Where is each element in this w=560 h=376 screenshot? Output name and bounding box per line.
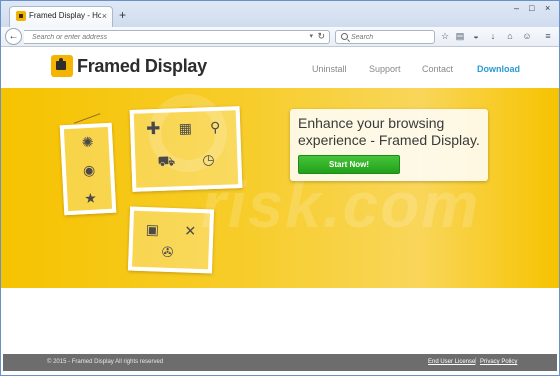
tab-strip: Framed Display - Home Pa... × + – □ ×: [1, 1, 559, 27]
browser-window: Framed Display - Home Pa... × + – □ × ← …: [0, 0, 560, 376]
nav-uninstall-link[interactable]: Uninstall: [312, 64, 347, 74]
minimize-icon[interactable]: –: [514, 3, 519, 13]
search-icon: [341, 33, 348, 40]
home-icon[interactable]: ⌂: [505, 31, 515, 41]
browser-tab[interactable]: Framed Display - Home Pa... ×: [9, 6, 113, 27]
window-close-icon[interactable]: ×: [545, 3, 550, 13]
downloads-icon[interactable]: ↓: [488, 31, 498, 41]
picture-frame-center: ✚ ▦ ⚲ ⛟ ◷: [129, 106, 243, 192]
nav-contact-link[interactable]: Contact: [422, 64, 453, 74]
address-input[interactable]: [32, 32, 292, 43]
search-input[interactable]: [351, 32, 431, 43]
picture-frame-bottom: ▣ ✕ ✇: [127, 206, 215, 274]
new-tab-icon[interactable]: +: [119, 9, 126, 21]
globe-icon: ◉: [82, 161, 96, 179]
stopwatch-icon: ◷: [201, 151, 215, 168]
reload-icon[interactable]: ↻: [317, 31, 325, 42]
site-logo-text[interactable]: Framed Display: [77, 56, 207, 77]
tab-close-icon[interactable]: ×: [102, 11, 107, 21]
star-icon: ★: [83, 189, 98, 207]
address-bar: ▾ ↻: [24, 30, 330, 44]
back-button[interactable]: ←: [5, 28, 22, 45]
history-dropdown-icon[interactable]: ▾: [309, 32, 313, 40]
copyright-text: © 2015 - Framed Display All rights reser…: [47, 359, 164, 365]
tools-icon: ✕: [184, 222, 197, 239]
menu-icon[interactable]: ≡: [543, 31, 553, 41]
eula-link[interactable]: End User License: [428, 359, 475, 365]
map-icon: ▣: [145, 221, 160, 238]
nav-support-link[interactable]: Support: [369, 64, 401, 74]
navigation-toolbar: ← ▾ ↻ ☆ ▤ ◒ ↓ ⌂ ☺ ≡: [1, 27, 559, 47]
search-box: [335, 30, 435, 44]
magnifier-icon: ⚲: [209, 118, 221, 136]
picture-frame-left: ✺ ◉ ★: [59, 122, 117, 216]
cta-panel: Enhance your browsing experience - Frame…: [290, 109, 488, 181]
site-footer: © 2015 - Framed Display All rights reser…: [3, 354, 557, 371]
nav-download-link[interactable]: Download: [477, 64, 520, 74]
site-header: Framed Display Uninstall Support Contact…: [1, 48, 559, 88]
puzzle-logo-icon: [51, 55, 73, 77]
film-reel-icon: ✇: [161, 243, 174, 261]
hero-headline: Enhance your browsing experience - Frame…: [298, 115, 480, 148]
maximize-icon[interactable]: □: [529, 3, 534, 13]
frame-hanging-wire: [73, 113, 101, 124]
privacy-policy-link[interactable]: Privacy Policy: [480, 359, 517, 365]
puzzle-favicon-icon: [16, 11, 26, 21]
bookmark-star-icon[interactable]: ☆: [440, 31, 450, 41]
shopping-cart-icon: ⛟: [157, 152, 176, 169]
reading-list-icon[interactable]: ▤: [455, 31, 465, 41]
tab-title: Framed Display - Home Pa...: [29, 11, 101, 20]
lightbulb-icon: ✺: [81, 133, 94, 151]
hero-banner: risk.com ✺ ◉ ★ ✚ ▦ ⚲ ⛟ ◷ ▣ ✕ ✇ Enhance y…: [1, 88, 559, 288]
puzzle-icon: ✚: [145, 118, 161, 139]
pocket-icon[interactable]: ◒: [471, 31, 481, 41]
footer-separator: |: [475, 358, 477, 364]
start-now-button[interactable]: Start Now!: [298, 155, 400, 174]
chat-icon[interactable]: ☺: [522, 31, 532, 41]
calculator-icon: ▦: [178, 119, 193, 137]
